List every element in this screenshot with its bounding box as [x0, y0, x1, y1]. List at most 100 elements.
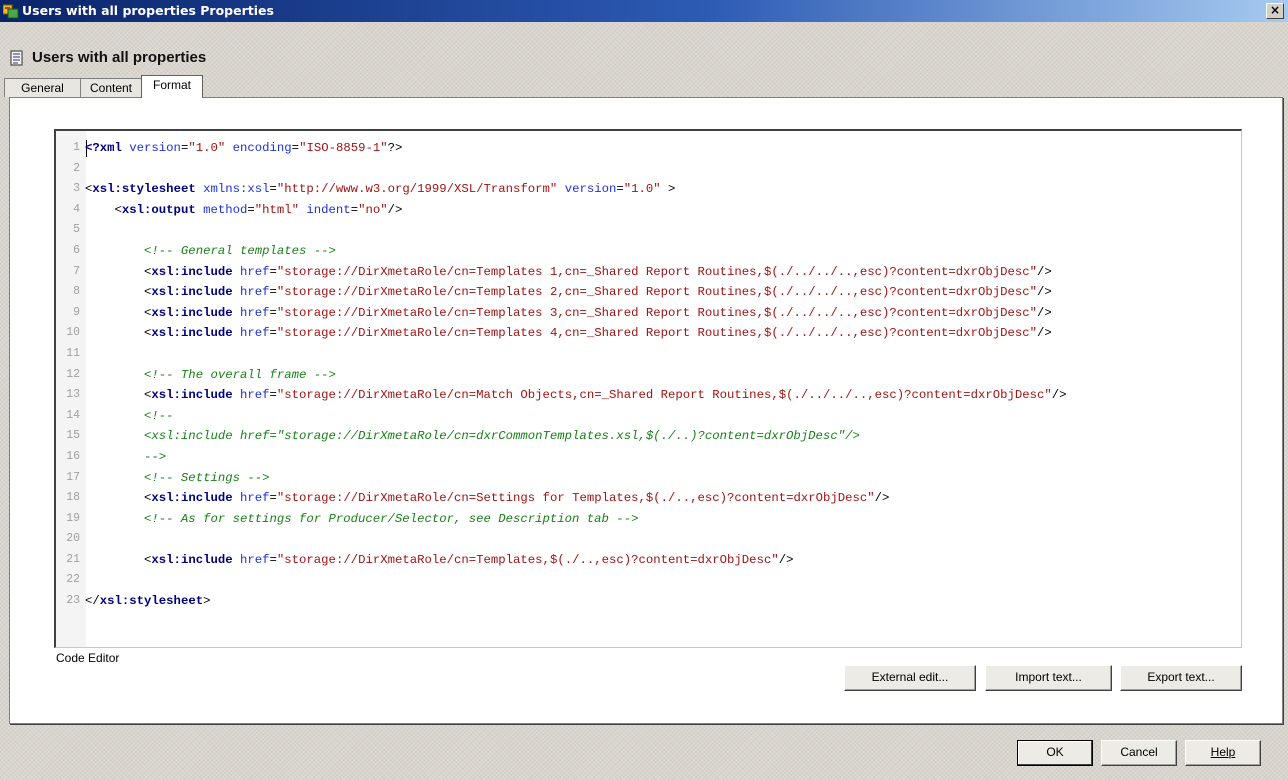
code-token: href — [232, 305, 270, 320]
page-title: Users with all properties — [32, 49, 207, 66]
code-line: 15 <xsl:include href="storage://DirXmeta… — [56, 426, 1241, 447]
code-lines: 1 <?xml version="1.0" encoding="ISO-8859-… — [56, 138, 1241, 612]
code-token: > — [660, 182, 676, 197]
code-token: xsl:include — [151, 285, 233, 300]
title-bar[interactable]: Users with all properties Properties × — [0, 0, 1288, 22]
code-token: version — [557, 182, 617, 197]
code-token: < — [85, 388, 152, 403]
line-content: </xsl:stylesheet> — [85, 591, 210, 612]
code-token: /> — [874, 491, 890, 506]
code-editor-label: Code Editor — [56, 651, 120, 665]
line-content: <xsl:output method="html" indent="no"/> — [85, 200, 403, 221]
code-token: method — [195, 202, 248, 217]
code-line: 10 <xsl:include href="storage://DirXmeta… — [56, 323, 1241, 344]
code-line: 8 <xsl:include href="storage://DirXmetaR… — [56, 282, 1241, 303]
code-token: = — [247, 202, 255, 217]
code-token: xsl:output — [121, 202, 196, 217]
code-line: 9 <xsl:include href="storage://DirXmetaR… — [56, 303, 1241, 324]
code-token: href — [232, 388, 270, 403]
line-content: <xsl:include href="storage://DirXmetaRol… — [85, 385, 1067, 406]
export-text-button[interactable]: Export text... — [1120, 665, 1242, 691]
code-token: xsl:include — [151, 491, 233, 506]
code-token: < — [85, 285, 152, 300]
line-number: 11 — [66, 346, 80, 360]
help-button-label: Help — [1210, 745, 1236, 759]
code-token: "http://www.w3.org/1999/XSL/Transform" — [276, 182, 558, 197]
help-button[interactable]: Help — [1185, 740, 1261, 766]
line-number: 5 — [73, 223, 80, 237]
close-icon: × — [1269, 3, 1281, 17]
line-number: 1 — [73, 141, 80, 154]
code-token: xsl:stylesheet — [92, 182, 196, 197]
line-number: 15 — [66, 429, 80, 443]
code-token: version — [121, 141, 181, 155]
line-content: <xsl:include href="storage://DirXmetaRol… — [85, 488, 889, 509]
code-token: "storage://DirXmetaRole/cn=Settings for … — [276, 491, 875, 506]
line-content: <!-- — [85, 406, 174, 427]
line-number: 3 — [73, 182, 80, 196]
code-token: href — [232, 326, 270, 341]
line-number: 22 — [66, 573, 80, 587]
code-token: "no" — [358, 202, 388, 217]
code-token: = — [291, 141, 300, 155]
import-text-button[interactable]: Import text... — [985, 665, 1112, 691]
code-token: /> — [1036, 305, 1052, 320]
code-token: < — [85, 491, 152, 506]
cancel-button[interactable]: Cancel — [1101, 740, 1177, 766]
code-line: 6 <!-- General templates --> — [56, 241, 1241, 262]
line-content: <?xml version="1.0" encoding="ISO-8859-1… — [85, 138, 402, 159]
code-token: </ — [85, 594, 100, 609]
code-token: "storage://DirXmetaRole/cn=Templates 2,c… — [276, 285, 1037, 300]
code-token: /> — [1036, 285, 1052, 300]
code-token: = — [269, 388, 277, 403]
tab-format[interactable]: Format — [141, 75, 203, 98]
external-edit-button[interactable]: External edit... — [844, 665, 976, 691]
line-number: 14 — [66, 408, 80, 422]
code-token: /> — [778, 552, 794, 567]
line-number: 20 — [66, 532, 80, 546]
code-token: "html" — [254, 202, 300, 217]
code-token: <xsl:include href="storage://DirXmetaRol… — [85, 429, 860, 444]
line-content: <xsl:include href="storage://DirXmetaRol… — [85, 303, 1052, 324]
code-token: = — [269, 264, 277, 279]
document-icon — [10, 50, 23, 66]
line-number: 8 — [73, 285, 80, 299]
code-token: --> — [85, 449, 167, 464]
code-token: /> — [1051, 388, 1067, 403]
line-number: 17 — [66, 470, 80, 484]
code-editor[interactable]: 1 <?xml version="1.0" encoding="ISO-8859-… — [54, 129, 1242, 648]
code-token: < — [85, 326, 152, 341]
app-properties-icon — [3, 4, 19, 19]
code-token: "ISO-8859-1" — [299, 141, 388, 155]
code-token: /> — [1036, 326, 1052, 341]
line-number: 2 — [73, 161, 80, 175]
line-content: <!-- General templates --> — [85, 241, 336, 262]
code-token: ?> — [387, 141, 403, 155]
tab-general[interactable]: General — [4, 78, 81, 97]
line-content: <xsl:include href="storage://DirXmetaRol… — [85, 550, 793, 571]
code-token: < — [85, 264, 152, 279]
code-token: xsl:stylesheet — [99, 594, 204, 609]
code-line: 1 <?xml version="1.0" encoding="ISO-8859-… — [56, 138, 1241, 159]
tab-content[interactable]: Content — [80, 78, 142, 97]
line-number: 4 — [73, 202, 80, 216]
ok-button[interactable]: OK — [1017, 740, 1093, 766]
code-token: "storage://DirXmetaRole/cn=Templates 4,c… — [276, 326, 1037, 341]
line-content: <xsl:include href="storage://DirXmetaRol… — [85, 282, 1052, 303]
close-button[interactable]: × — [1266, 3, 1284, 19]
code-token: <?xml — [85, 141, 122, 155]
code-token: href — [232, 285, 270, 300]
code-line: 23 </xsl:stylesheet> — [56, 591, 1241, 612]
line-number: 23 — [66, 594, 80, 608]
code-token: "storage://DirXmetaRole/cn=Templates 3,c… — [276, 305, 1037, 320]
code-line: 4 <xsl:output method="html" indent="no"/… — [56, 200, 1241, 221]
code-token: encoding — [225, 141, 292, 155]
code-token: "storage://DirXmetaRole/cn=Templates 1,c… — [276, 264, 1037, 279]
code-token: > — [203, 594, 211, 609]
code-token: indent — [299, 202, 351, 217]
code-line: 13 <xsl:include href="storage://DirXmeta… — [56, 385, 1241, 406]
code-token: = — [269, 182, 277, 197]
code-token: "storage://DirXmetaRole/cn=Match Objects… — [276, 388, 1052, 403]
code-token: xsl:include — [151, 305, 233, 320]
code-token: "storage://DirXmetaRole/cn=Templates,$(.… — [276, 552, 779, 567]
